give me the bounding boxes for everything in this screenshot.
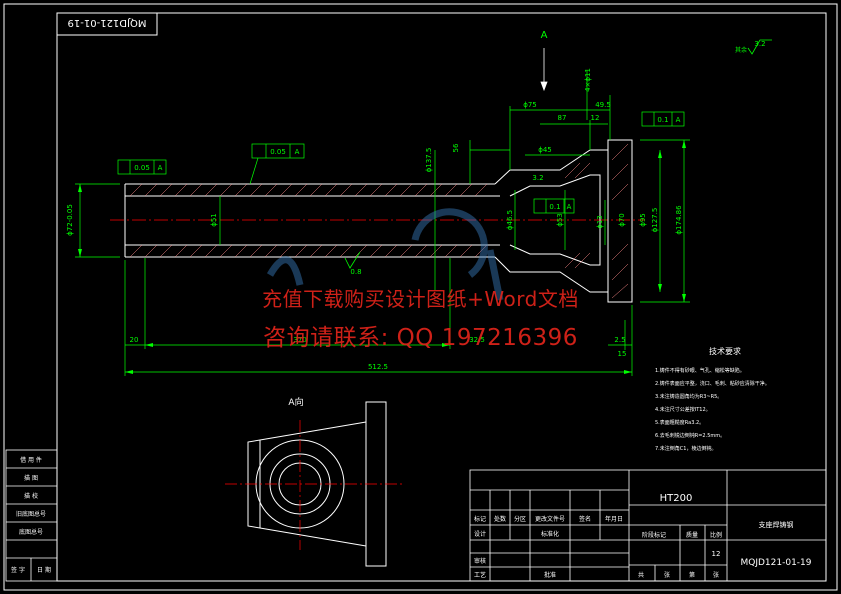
dim-45: ϕ45 (538, 146, 552, 154)
dim-radius: 3.2 (532, 174, 543, 182)
tol-1-datum: A (158, 164, 163, 172)
watermark-line-1: 充值下载购买设计图纸+Word文档 (262, 287, 579, 311)
dim-174: ϕ174.86 (675, 205, 683, 235)
strip-label: 描 校 (24, 492, 38, 500)
dim-87: 87 (558, 114, 567, 122)
tolerance-frame-4: 0.1 A (641, 111, 685, 127)
tol-2-value: 0.05 (270, 148, 286, 156)
tb-label: 批准 (544, 571, 556, 579)
tb-label: 张 (664, 571, 670, 579)
tb-label: 年月日 (605, 515, 623, 523)
tb-label: 标记 (474, 515, 486, 523)
strip-label: 旧底图总号 (16, 510, 46, 518)
tol-1-value: 0.05 (134, 164, 150, 172)
strip-label: 描 图 (24, 474, 38, 482)
tech-req-list: 1.铸件不得有砂眼、气孔、缩松等缺陷。 2.铸件表面应平整，浇口、毛刺、粘砂应清… (655, 367, 770, 452)
tolerance-frame-2: 0.05 A (249, 143, 305, 185)
section-arrow-label: A (541, 30, 548, 41)
tb-label: 处数 (494, 515, 506, 523)
roughness-other-text: 其余 (735, 46, 747, 54)
tolerance-frame-1: 0.05 A (117, 159, 167, 175)
tech-req-item: 6.去毛刺锐边倒钝R=2.5mm。 (655, 432, 725, 439)
tb-label: 比例 (710, 531, 722, 539)
view-a-centerlines (225, 420, 405, 550)
dim-ra-2: 0.8 (350, 268, 361, 276)
tb-label: 质量 (686, 531, 698, 539)
part-name-text: 支座焊铸钢 (759, 520, 794, 529)
tb-label: 工艺 (474, 571, 486, 579)
dim-holes: 4×ϕ11 (584, 68, 592, 92)
tech-req-item: 1.铸件不得有砂眼、气孔、缩松等缺陷。 (655, 367, 745, 374)
tb-label: 第 (689, 571, 695, 579)
tolerance-frame-3: 0.1 A (533, 198, 575, 214)
sheet-count-text: 12 (712, 550, 721, 558)
left-strip-labels: 借 用 件 描 图 描 校 旧底图总号 底图总号 签 字 日 期 (11, 456, 51, 574)
tech-req-item: 3.未注铸造圆角均为R3~R5。 (655, 393, 722, 400)
dim-13: ϕ13 (596, 215, 604, 229)
tol-3-datum: A (567, 203, 572, 211)
dim-46: ϕ46.5 (506, 210, 514, 230)
tb-label: 设计 (474, 530, 486, 538)
dim-12: 12 (591, 114, 600, 122)
dim-70: ϕ70 (618, 213, 626, 227)
dim-51: ϕ51 (210, 213, 218, 227)
dim-127: ϕ127.5 (651, 208, 659, 233)
tb-label: 张 (713, 571, 719, 579)
dim-49-5: 49.5 (595, 101, 611, 109)
tb-label: 分区 (514, 515, 526, 523)
tech-req-item: 7.未注倒角C1，棱边倒钝。 (655, 445, 716, 452)
strip-label: 日 期 (37, 566, 51, 574)
tol-3-value: 0.1 (549, 203, 560, 211)
dim-75: ϕ75 (523, 101, 537, 109)
tb-label: 审核 (474, 557, 486, 565)
tech-req-item: 4.未注尺寸公差按IT12。 (655, 406, 711, 413)
strip-label: 签 字 (11, 566, 25, 574)
dim-137: ϕ137.5 (425, 148, 433, 173)
dim-56: 56 (452, 143, 460, 152)
section-hatching (129, 143, 629, 299)
dim-overall-length: 512.5 (368, 363, 388, 371)
tb-label: 阶段标记 (642, 531, 666, 539)
tb-label: 更改文件号 (535, 515, 565, 523)
tech-req-item: 2.铸件表面应平整，浇口、毛刺、粘砂应清除干净。 (655, 380, 770, 387)
tb-label: 标准化 (541, 530, 559, 538)
tol-4-datum: A (676, 116, 681, 124)
tb-label: 签名 (579, 515, 591, 523)
strip-label: 底图总号 (19, 528, 43, 536)
top-drawing-number: MQJD121-01-19 (68, 17, 147, 28)
dim-95: ϕ95 (639, 213, 647, 227)
dim-53: ϕ53 (556, 213, 564, 227)
view-a-label: A向 (288, 396, 303, 408)
tech-req-item: 5.表面粗糙度Ra3.2。 (655, 419, 704, 426)
watermark-line-2: 咨询请联系: QQ 197216396 (263, 325, 578, 351)
top-drawing-number-box: MQJD121-01-19 (56, 12, 158, 36)
material-text: HT200 (660, 493, 693, 504)
strip-label: 借 用 件 (20, 456, 42, 464)
tol-2-datum: A (295, 148, 300, 156)
tol-4-value: 0.1 (657, 116, 668, 124)
drawing-number-text: MQJD121-01-19 (740, 558, 811, 568)
dim-72: ϕ72-0.05 (66, 204, 74, 236)
tb-label: 共 (638, 571, 644, 579)
section-arrow-icon (540, 48, 548, 92)
